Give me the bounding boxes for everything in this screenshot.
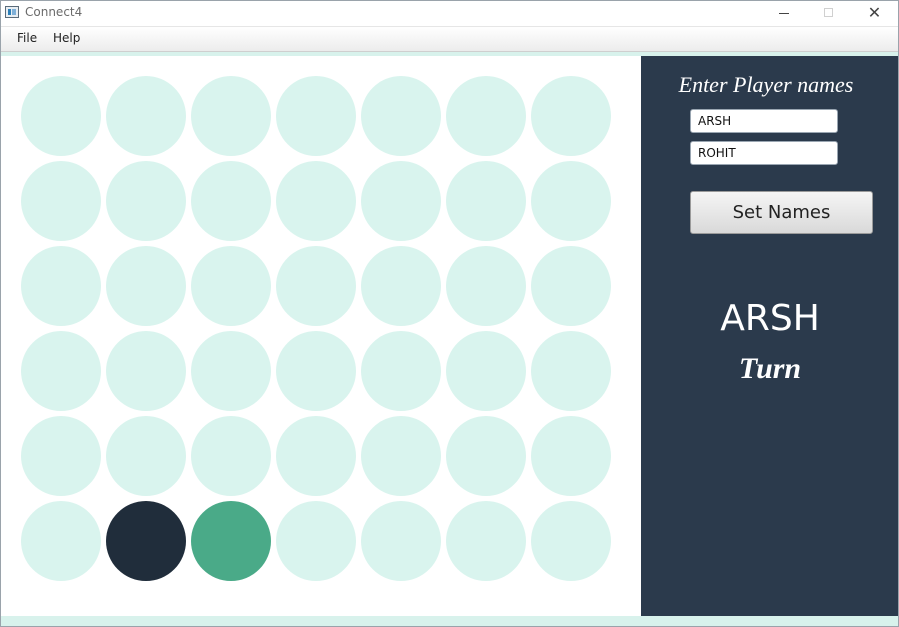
player2-name-input[interactable]	[690, 141, 838, 165]
game-board[interactable]	[2, 56, 640, 616]
board-cell[interactable]	[191, 416, 271, 496]
board-cell[interactable]	[446, 161, 526, 241]
board-cell[interactable]	[276, 161, 356, 241]
set-names-button[interactable]: Set Names	[690, 191, 873, 234]
board-cell[interactable]	[446, 246, 526, 326]
menu-bar: File Help	[0, 27, 899, 52]
close-icon: ✕	[867, 3, 882, 22]
board-cell[interactable]	[106, 331, 186, 411]
panel-title: Enter Player names	[678, 72, 854, 97]
maximize-icon	[824, 8, 833, 17]
board-cell[interactable]	[361, 416, 441, 496]
board-cell[interactable]	[191, 76, 271, 156]
board-cell[interactable]	[531, 501, 611, 581]
title-bar: Connect4 ✕	[0, 0, 899, 27]
board-cell[interactable]	[191, 246, 271, 326]
board-cell[interactable]	[21, 246, 101, 326]
board-cell[interactable]	[531, 76, 611, 156]
board-cell[interactable]	[276, 246, 356, 326]
turn-label: Turn	[738, 352, 802, 385]
bottom-divider	[0, 616, 899, 627]
player1-disc[interactable]	[106, 501, 186, 581]
player2-disc[interactable]	[191, 501, 271, 581]
board-cell[interactable]	[361, 501, 441, 581]
minimize-button[interactable]	[762, 0, 807, 26]
board-cell[interactable]	[446, 331, 526, 411]
board-cell[interactable]	[531, 416, 611, 496]
minimize-icon	[779, 13, 789, 14]
board-cell[interactable]	[106, 161, 186, 241]
app-icon	[5, 6, 19, 18]
board-cell[interactable]	[106, 76, 186, 156]
board-cell[interactable]	[531, 246, 611, 326]
board-cell[interactable]	[446, 76, 526, 156]
board-cell[interactable]	[276, 416, 356, 496]
close-button[interactable]: ✕	[852, 0, 897, 26]
board-cell[interactable]	[361, 76, 441, 156]
board-cell[interactable]	[21, 416, 101, 496]
board-cell[interactable]	[446, 416, 526, 496]
board-cell[interactable]	[21, 161, 101, 241]
current-player-name: ARSH	[720, 298, 820, 339]
maximize-button[interactable]	[807, 0, 852, 26]
side-panel: Enter Player names Set Names ARSH Turn	[641, 56, 899, 616]
board-cell[interactable]	[361, 161, 441, 241]
board-cell[interactable]	[106, 246, 186, 326]
board-cell[interactable]	[21, 76, 101, 156]
board-cell[interactable]	[531, 331, 611, 411]
menu-help[interactable]: Help	[53, 31, 80, 45]
board-cell[interactable]	[276, 501, 356, 581]
board-cell[interactable]	[191, 161, 271, 241]
player1-name-input[interactable]	[690, 109, 838, 133]
board-cell[interactable]	[21, 501, 101, 581]
board-cell[interactable]	[276, 331, 356, 411]
board-cell[interactable]	[21, 331, 101, 411]
board-cell[interactable]	[531, 161, 611, 241]
board-cell[interactable]	[361, 331, 441, 411]
board-cell[interactable]	[106, 416, 186, 496]
board-cell[interactable]	[446, 501, 526, 581]
board-cell[interactable]	[361, 246, 441, 326]
board-cell[interactable]	[191, 331, 271, 411]
window-title: Connect4	[25, 5, 83, 19]
menu-file[interactable]: File	[17, 31, 37, 45]
board-cell[interactable]	[276, 76, 356, 156]
